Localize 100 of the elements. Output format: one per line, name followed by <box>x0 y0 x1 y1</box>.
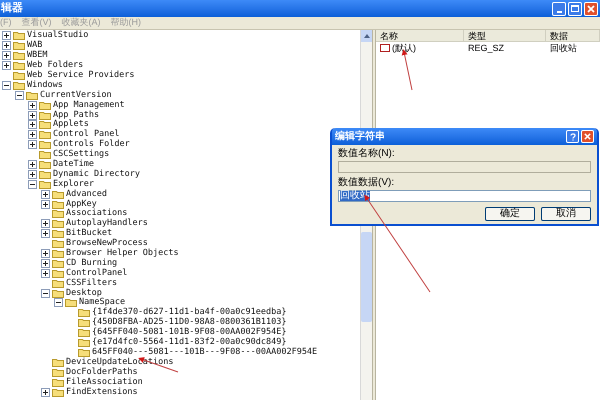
tree-item[interactable]: ControlPanel <box>66 268 128 278</box>
folder-icon <box>39 130 51 140</box>
tree-item[interactable]: {450D8FBA-AD25-11D0-98A8-0800361B1103} <box>92 318 286 328</box>
tree-item[interactable]: CurrentVersion <box>40 90 112 100</box>
expand-icon[interactable] <box>28 120 37 130</box>
tree-item[interactable]: Web Service Providers <box>27 71 134 80</box>
dialog-title: 编辑字符串 <box>335 129 385 144</box>
minimize-button[interactable] <box>552 2 566 16</box>
table-cell: 回收站 <box>550 42 577 52</box>
tree-item[interactable]: AppKey <box>66 200 97 209</box>
tree-item[interactable]: AutoplayHandlers <box>66 219 148 228</box>
tree-item[interactable]: CD Burning <box>66 258 118 268</box>
folder-icon <box>52 358 64 367</box>
expand-icon[interactable] <box>41 388 50 396</box>
tree-item[interactable]: Web Folders <box>27 61 84 70</box>
column-header[interactable]: 类型 <box>464 30 546 41</box>
tree-item[interactable]: Associations <box>66 209 128 218</box>
collapse-icon[interactable] <box>28 180 37 189</box>
expand-icon[interactable] <box>28 160 37 170</box>
folder-icon <box>78 348 90 357</box>
help-icon <box>570 132 576 140</box>
expand-icon[interactable] <box>41 229 50 238</box>
scroll-up-button[interactable] <box>361 30 372 42</box>
tree-item[interactable]: WBEM <box>27 51 48 60</box>
expand-icon[interactable] <box>41 200 50 209</box>
collapse-icon[interactable] <box>2 80 11 90</box>
folder-icon <box>78 338 90 348</box>
collapse-icon[interactable] <box>54 298 63 308</box>
table-cell[interactable]: (默认) <box>392 42 416 52</box>
folder-icon <box>52 239 64 248</box>
column-header[interactable]: 数据 <box>546 30 600 41</box>
expand-icon[interactable] <box>41 249 50 258</box>
folder-icon <box>39 120 51 130</box>
cancel-button[interactable]: 取消 <box>541 207 591 221</box>
tree-item[interactable]: App Paths <box>53 110 100 120</box>
tree-item[interactable]: Control Panel <box>53 130 120 140</box>
caret-up-icon <box>364 34 370 38</box>
expand-icon[interactable] <box>28 130 37 140</box>
column-header[interactable]: 名称 <box>376 30 464 41</box>
expand-icon[interactable] <box>2 61 11 70</box>
tree-item[interactable]: VisualStudio <box>27 31 88 40</box>
expand-icon[interactable] <box>2 31 11 40</box>
ok-button[interactable]: 确定 <box>485 207 535 221</box>
folder-icon <box>52 200 64 209</box>
maximize-button[interactable] <box>568 2 582 16</box>
close-button[interactable] <box>581 130 594 143</box>
expand-icon[interactable] <box>41 268 50 278</box>
folder-icon <box>52 268 64 278</box>
expand-icon[interactable] <box>41 219 50 228</box>
tree-item[interactable]: NameSpace <box>79 298 126 308</box>
tree-item[interactable]: {e17d4fc0-5564-11d1-83f2-00a0c90dc849} <box>92 338 286 348</box>
folder-icon <box>39 170 51 179</box>
tree-item[interactable]: Advanced <box>66 190 107 199</box>
string-value-icon <box>380 44 390 52</box>
folder-icon <box>39 140 51 150</box>
tree-item[interactable]: CSSFilters <box>66 278 118 288</box>
tree-item[interactable]: App Management <box>53 100 125 110</box>
tree-item[interactable]: BrowseNewProcess <box>66 239 148 248</box>
tree-item[interactable]: WAB <box>27 41 42 50</box>
collapse-icon[interactable] <box>15 90 24 100</box>
expand-icon[interactable] <box>2 51 11 60</box>
scroll-thumb[interactable] <box>361 232 372 322</box>
folder-icon <box>13 61 25 70</box>
close-icon <box>584 133 591 140</box>
value-name-field[interactable] <box>338 161 591 173</box>
tree-item[interactable]: BitBucket <box>66 229 112 238</box>
expand-icon[interactable] <box>28 170 37 179</box>
tree-item[interactable]: FindExtensions <box>66 388 138 396</box>
expand-icon[interactable] <box>28 140 37 150</box>
folder-icon <box>65 298 77 308</box>
tree-item[interactable]: {1f4de370-d627-11d1-ba4f-00a0c91eedba} <box>92 308 286 318</box>
tree-item[interactable]: CSCSettings <box>53 150 110 160</box>
folder-icon <box>52 378 64 387</box>
tree-item[interactable]: 645FF040---5081---101B---9F08---00AA002F954E <box>92 348 318 357</box>
close-button[interactable] <box>584 2 598 16</box>
tree-item[interactable]: FileAssociation <box>66 378 143 387</box>
expand-icon[interactable] <box>28 100 37 110</box>
expand-icon[interactable] <box>28 110 37 120</box>
folder-icon <box>39 150 51 160</box>
folder-icon <box>52 229 64 238</box>
expand-icon[interactable] <box>41 190 50 199</box>
folder-icon <box>78 318 90 328</box>
help-button[interactable] <box>566 130 579 143</box>
tree-item[interactable]: Controls Folder <box>53 140 130 150</box>
folder-icon <box>52 219 64 228</box>
tree-item[interactable]: DocFolderPaths <box>66 368 138 377</box>
collapse-icon[interactable] <box>41 288 50 298</box>
expand-icon[interactable] <box>2 41 11 50</box>
tree-item[interactable]: Desktop <box>66 288 102 298</box>
tree-item[interactable]: Windows <box>27 80 63 90</box>
table-cell: REG_SZ <box>468 42 504 52</box>
expand-icon[interactable] <box>41 258 50 268</box>
tree-item[interactable]: Dynamic Directory <box>53 170 140 179</box>
folder-icon <box>39 180 51 189</box>
tree-item[interactable]: Explorer <box>53 180 94 189</box>
tree-item[interactable]: Browser Helper Objects <box>66 249 179 258</box>
folder-icon <box>52 368 64 377</box>
tree-item[interactable]: Applets <box>53 120 89 130</box>
tree-item[interactable]: {645FF040-5081-101B-9F08-00AA002F954E} <box>92 328 286 338</box>
tree-item[interactable]: DateTime <box>53 160 94 170</box>
